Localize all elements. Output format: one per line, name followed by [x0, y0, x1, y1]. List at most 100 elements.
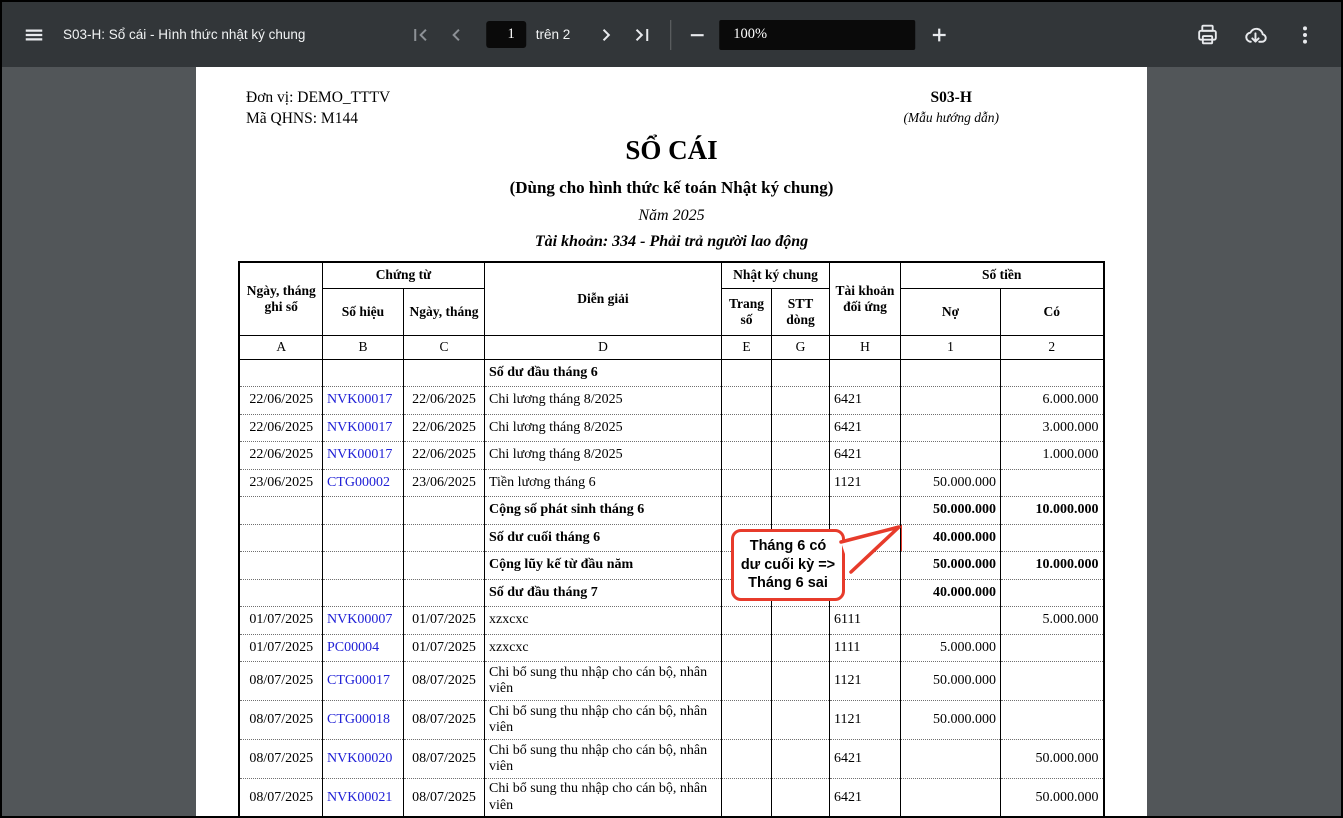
- cell-voucher-link[interactable]: NVK00021: [322, 779, 403, 818]
- cell-credit: 3.000.000: [1000, 414, 1103, 442]
- cell-entry-date: 08/07/2025: [239, 662, 322, 701]
- report-subtitle: (Dùng cho hình thức kế toán Nhật ký chun…: [196, 177, 1147, 199]
- cell-voucher-link[interactable]: CTG00002: [322, 469, 403, 497]
- chevron-right-icon: [594, 23, 618, 47]
- cell-voucher-link[interactable]: NVK00017: [322, 387, 403, 415]
- cell-description: Chi bổ sung thu nhập cho cán bộ, nhân vi…: [484, 701, 721, 740]
- column-letter: 1: [900, 335, 1000, 359]
- download-button[interactable]: [1242, 21, 1270, 49]
- cell-voucher-date: 08/07/2025: [403, 779, 484, 818]
- cell-journal-page: [721, 701, 771, 740]
- cloud-download-icon: [1243, 22, 1269, 48]
- cell-voucher-link: [322, 552, 403, 580]
- cell-entry-date: 22/06/2025: [239, 387, 322, 415]
- cell-journal-page: [721, 469, 771, 497]
- cell-description: xzxcxc: [484, 607, 721, 635]
- document-title: S03-H: Sổ cái - Hình thức nhật ký chung: [63, 27, 305, 42]
- cell-credit: 50.000.000: [1000, 740, 1103, 779]
- cell-description: Chi bổ sung thu nhập cho cán bộ, nhân vi…: [484, 779, 721, 818]
- cell-voucher-link[interactable]: PC00004: [322, 634, 403, 662]
- table-row: Số dư cuối tháng 640.000.000: [239, 524, 1103, 552]
- cell-credit: [1000, 662, 1103, 701]
- last-page-button[interactable]: [628, 21, 656, 49]
- cell-credit: 1.000.000: [1000, 442, 1103, 470]
- cell-voucher-date: [403, 579, 484, 607]
- column-letter: G: [771, 335, 829, 359]
- cell-account: 6421: [829, 779, 900, 818]
- cell-account: 1121: [829, 662, 900, 701]
- more-options-button[interactable]: [1291, 21, 1319, 49]
- cell-voucher-link[interactable]: NVK00020: [322, 740, 403, 779]
- cell-voucher-link[interactable]: NVK00017: [322, 442, 403, 470]
- cell-description: Cộng lũy kế từ đầu năm: [484, 552, 721, 580]
- column-letter: D: [484, 335, 721, 359]
- cell-voucher-link[interactable]: CTG00017: [322, 662, 403, 701]
- cell-voucher-link[interactable]: CTG00018: [322, 701, 403, 740]
- cell-journal-line: [771, 469, 829, 497]
- cell-entry-date: 01/07/2025: [239, 634, 322, 662]
- cell-description: Số dư cuối tháng 6: [484, 524, 721, 552]
- table-row: Cộng lũy kế từ đầu năm50.000.00010.000.0…: [239, 552, 1103, 580]
- cell-description: Cộng số phát sinh tháng 6: [484, 497, 721, 525]
- print-button[interactable]: [1193, 21, 1221, 49]
- page-number-input[interactable]: [486, 21, 526, 48]
- cell-debit: 50.000.000: [900, 662, 1000, 701]
- cell-voucher-link[interactable]: NVK00007: [322, 607, 403, 635]
- menu-icon[interactable]: [20, 21, 48, 49]
- table-row: 08/07/2025NVK0002108/07/2025Chi bổ sung …: [239, 779, 1103, 818]
- col-header-journal-group: Nhật ký chung: [721, 262, 829, 288]
- cell-description: Số dư đầu tháng 6: [484, 359, 721, 387]
- toolbar-divider: [670, 20, 671, 50]
- viewer-canvas: Đơn vị: DEMO_TTTV Mã QHNS: M144 S03-H (M…: [2, 67, 1341, 818]
- first-page-button[interactable]: [406, 21, 434, 49]
- cell-credit: [1000, 634, 1103, 662]
- column-letter: A: [239, 335, 322, 359]
- cell-entry-date: [239, 552, 322, 580]
- table-row: 01/07/2025NVK0000701/07/2025xzxcxc61115.…: [239, 607, 1103, 635]
- zoom-in-button[interactable]: [925, 21, 953, 49]
- cell-debit: [900, 607, 1000, 635]
- cell-voucher-date: [403, 359, 484, 387]
- cell-debit: 5.000.000: [900, 634, 1000, 662]
- cell-account: 6421: [829, 442, 900, 470]
- annotation-callout-tail: [829, 520, 911, 578]
- form-note: (Mẫu hướng dẫn): [903, 108, 999, 127]
- zoom-level-input[interactable]: [719, 20, 915, 50]
- cell-debit: [900, 442, 1000, 470]
- cell-journal-page: [721, 740, 771, 779]
- zoom-out-button[interactable]: [683, 21, 711, 49]
- report-account: Tài khoản: 334 - Phải trả người lao động: [196, 231, 1147, 252]
- column-letter: C: [403, 335, 484, 359]
- cell-voucher-date: 08/07/2025: [403, 662, 484, 701]
- previous-page-button[interactable]: [442, 21, 470, 49]
- col-header-description: Diễn giải: [484, 262, 721, 335]
- kebab-menu-icon: [1293, 23, 1317, 47]
- cell-voucher-date: 22/06/2025: [403, 387, 484, 415]
- cell-account: 1121: [829, 469, 900, 497]
- table-row: 23/06/2025CTG0000223/06/2025Tiền lương t…: [239, 469, 1103, 497]
- cell-credit: [1000, 359, 1103, 387]
- cell-credit: [1000, 579, 1103, 607]
- cell-journal-page: [721, 387, 771, 415]
- callout-line: Tháng 6 sai: [748, 574, 828, 593]
- report-year: Năm 2025: [196, 205, 1147, 226]
- pdf-viewer-window: S03-H: Sổ cái - Hình thức nhật ký chung …: [0, 0, 1343, 818]
- cell-voucher-date: [403, 552, 484, 580]
- annotation-callout: Tháng 6 có dư cuối kỳ => Tháng 6 sai: [731, 529, 845, 601]
- cell-description: Chi lương tháng 8/2025: [484, 414, 721, 442]
- col-header-amount-group: Số tiền: [900, 262, 1103, 288]
- cell-voucher-date: 22/06/2025: [403, 414, 484, 442]
- next-page-button[interactable]: [592, 21, 620, 49]
- cell-entry-date: 01/07/2025: [239, 607, 322, 635]
- cell-journal-line: [771, 779, 829, 818]
- cell-voucher-link[interactable]: NVK00017: [322, 414, 403, 442]
- cell-description: Chi bổ sung thu nhập cho cán bộ, nhân vi…: [484, 662, 721, 701]
- table-row: 01/07/2025PC0000401/07/2025xzxcxc11115.0…: [239, 634, 1103, 662]
- cell-journal-page: [721, 779, 771, 818]
- callout-line: Tháng 6 có: [750, 537, 827, 556]
- table-row: Cộng số phát sinh tháng 650.000.00010.00…: [239, 497, 1103, 525]
- cell-entry-date: [239, 497, 322, 525]
- cell-credit: 10.000.000: [1000, 552, 1103, 580]
- cell-voucher-date: 23/06/2025: [403, 469, 484, 497]
- cell-voucher-link: [322, 497, 403, 525]
